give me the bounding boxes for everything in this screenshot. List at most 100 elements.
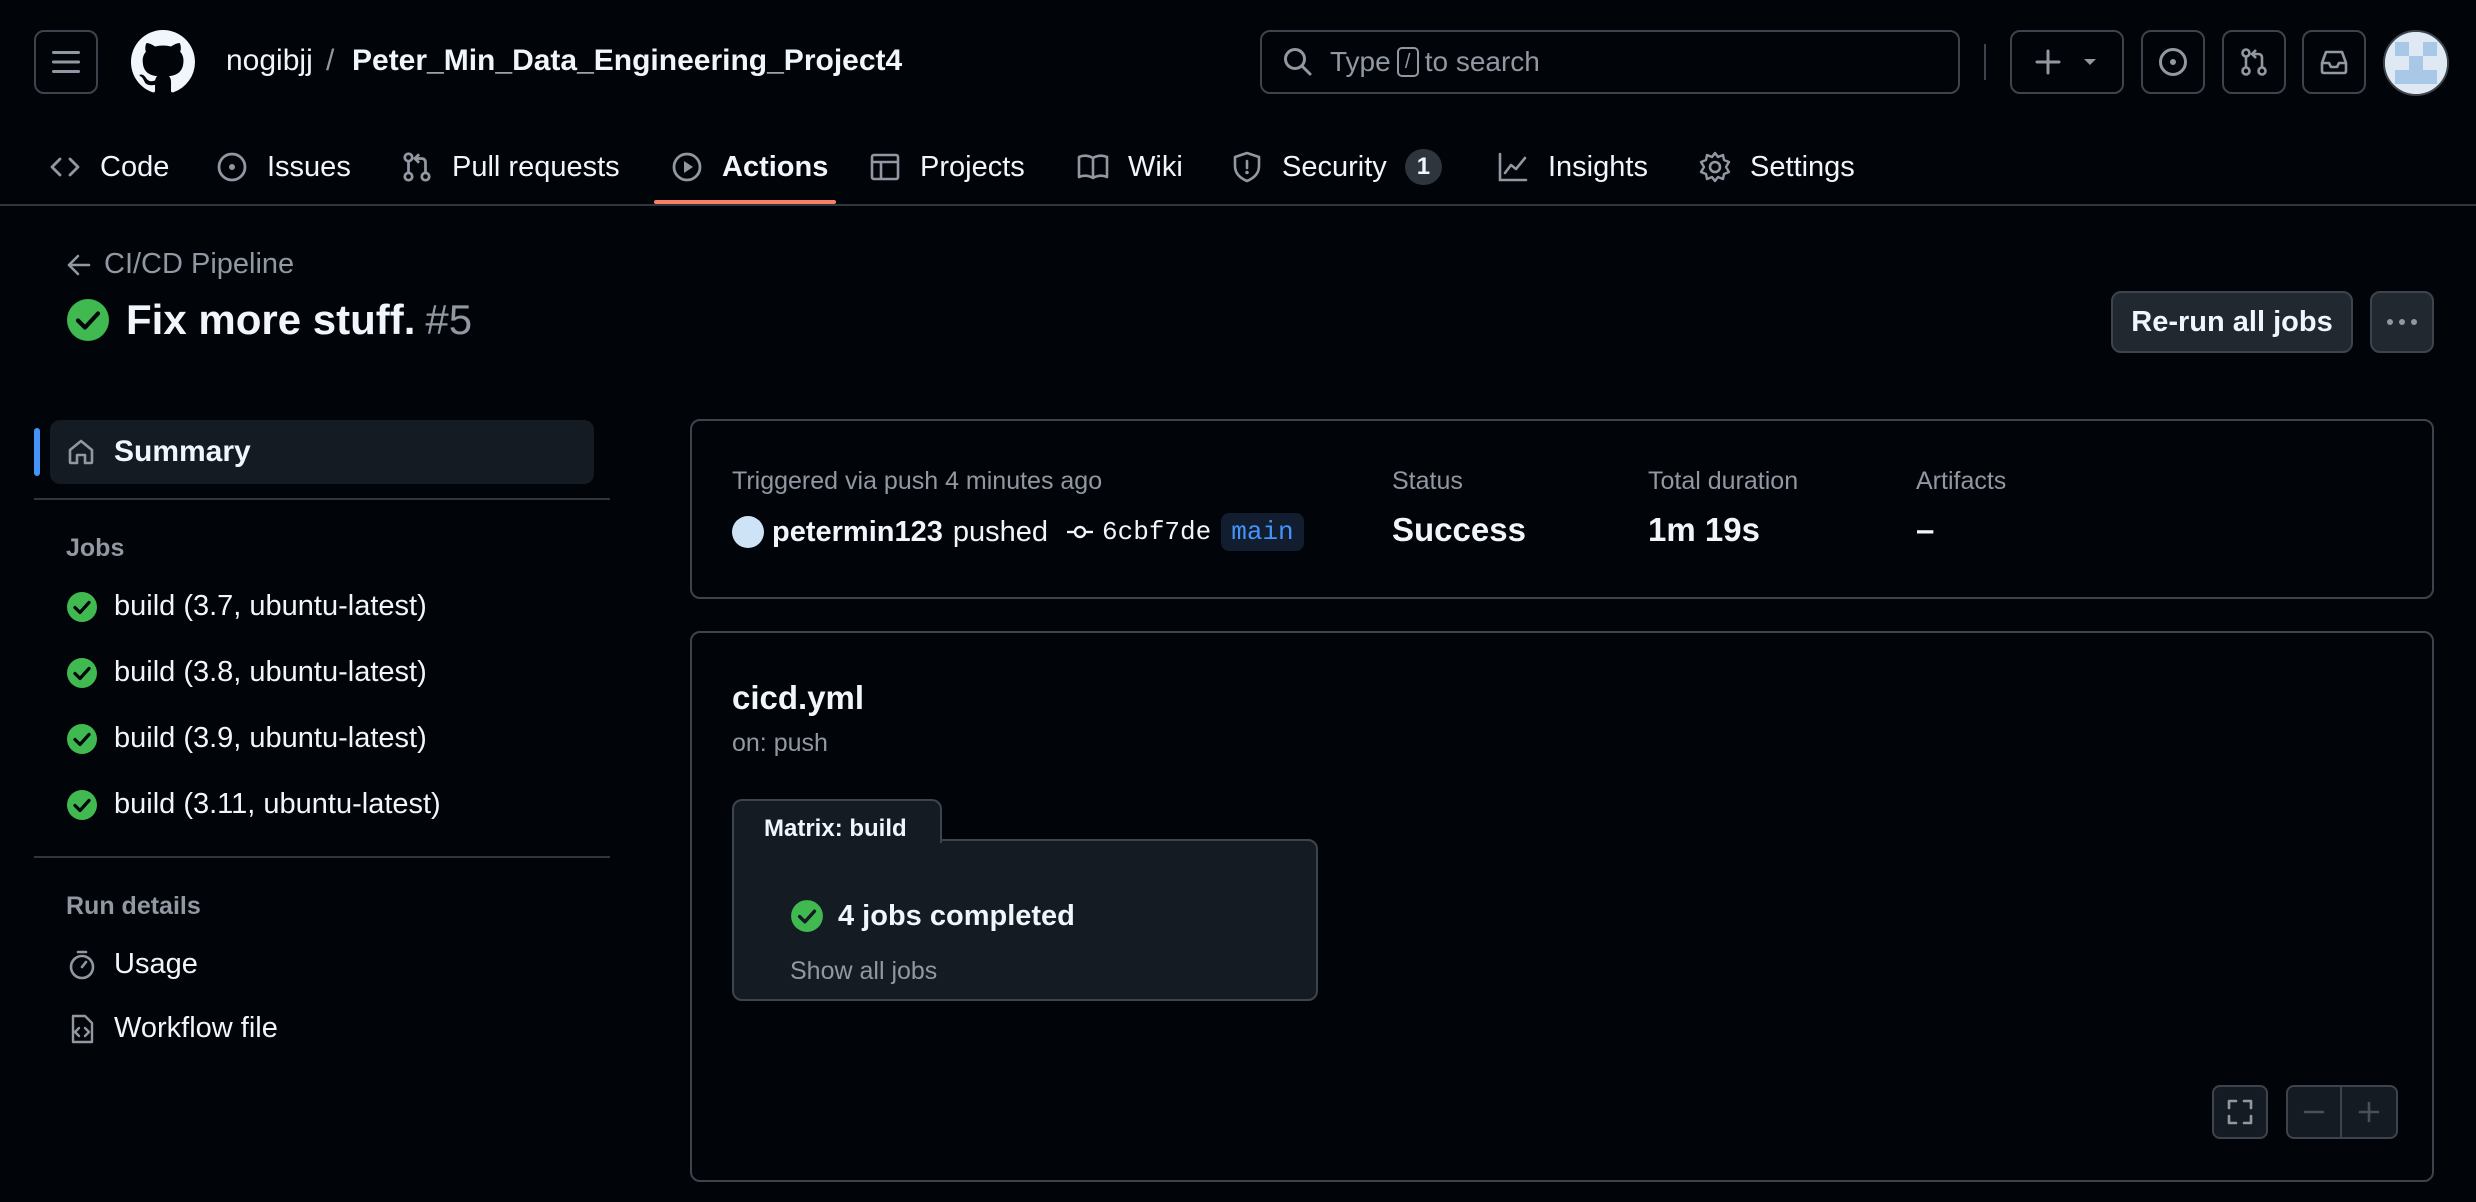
plus-icon (2358, 1101, 2380, 1123)
check-circle-icon (67, 299, 109, 341)
matrix-status-text: 4 jobs completed (838, 899, 1075, 932)
job-name: build (3.11, ubuntu-latest) (114, 788, 441, 820)
commit-sha-link[interactable]: 6cbf7de (1102, 517, 1211, 547)
sidebar-item-summary-label: Summary (114, 435, 251, 468)
path-separator: / (326, 44, 335, 77)
git-pull-request-icon (2241, 48, 2267, 76)
show-all-jobs-link[interactable]: Show all jobs (790, 957, 937, 986)
header-divider (1984, 44, 1986, 80)
notifications-inbox-button[interactable] (2302, 30, 2366, 94)
rerun-all-jobs-button[interactable]: Re-run all jobs (2111, 291, 2353, 353)
tab-pull-requests-label: Pull requests (452, 150, 620, 183)
search-prefix-text: Type (1330, 46, 1391, 77)
tab-projects-label: Projects (920, 150, 1025, 183)
repo-owner-link[interactable]: nogibjj (226, 44, 313, 78)
search-icon (1284, 48, 1312, 76)
dash-icon (2303, 1110, 2325, 1114)
check-circle-icon (67, 657, 97, 688)
shield-icon (1233, 151, 1261, 183)
job-name: build (3.7, ubuntu-latest) (114, 590, 427, 622)
tab-projects[interactable]: Projects (868, 128, 1025, 206)
workflow-file-name[interactable]: cicd.yml (732, 679, 864, 717)
kebab-horizontal-icon (2387, 319, 2417, 325)
run-number: #5 (425, 296, 473, 343)
tab-issues[interactable]: Issues (215, 128, 351, 206)
matrix-status: 4 jobs completed (790, 899, 1075, 933)
create-new-button[interactable] (2010, 30, 2124, 94)
job-name: build (3.8, ubuntu-latest) (114, 656, 427, 688)
workflow-name: CI/CD Pipeline (104, 248, 295, 280)
artifacts-value: – (1916, 511, 1935, 548)
user-avatar[interactable] (2383, 30, 2449, 96)
inbox-icon (2320, 50, 2348, 75)
play-icon (672, 152, 702, 182)
menu-button[interactable] (34, 30, 98, 94)
more-options-button[interactable] (2370, 291, 2434, 353)
check-circle-icon (791, 900, 823, 932)
repo-navigation: Code Issues Pull requests Actions Projec… (0, 128, 2476, 206)
duration-value: 1m 19s (1648, 511, 1760, 548)
check-circle-icon (67, 723, 97, 754)
table-icon (870, 153, 900, 181)
tab-settings-label: Settings (1750, 150, 1855, 183)
zoom-in-button[interactable] (2342, 1087, 2396, 1137)
zoom-out-button[interactable] (2288, 1087, 2342, 1137)
search-input[interactable]: Type / to search (1260, 30, 1960, 94)
workflow-back-link[interactable]: CI/CD Pipeline (66, 248, 294, 281)
matrix-job-group[interactable]: 4 jobs completed Show all jobs (732, 839, 1318, 1001)
tab-security-label: Security (1282, 150, 1387, 183)
status-label: Status (1392, 467, 1463, 495)
sidebar-item-usage[interactable]: Usage (66, 948, 198, 981)
sidebar-job-item[interactable]: build (3.11, ubuntu-latest) (66, 788, 441, 821)
tab-insights-label: Insights (1548, 150, 1648, 183)
hamburger-icon (52, 51, 80, 73)
sidebar-job-item[interactable]: build (3.9, ubuntu-latest) (66, 722, 427, 755)
repo-name-link[interactable]: Peter_Min_Data_Engineering_Project4 (352, 44, 902, 78)
active-tab-underline (654, 200, 836, 204)
book-icon (1077, 154, 1109, 180)
tab-actions[interactable]: Actions (670, 128, 828, 206)
tab-code[interactable]: Code (48, 128, 169, 206)
sidebar-item-summary[interactable]: Summary (50, 420, 594, 484)
tab-insights[interactable]: Insights (1496, 128, 1648, 206)
page-title: Fix more stuff. #5 (66, 296, 472, 344)
gear-icon (1699, 151, 1731, 183)
triangle-down-icon (2084, 59, 2096, 65)
trigger-details: petermin123 pushed 6cbf7de main (732, 513, 1304, 551)
branch-label[interactable]: main (1221, 513, 1304, 551)
zoom-controls (2286, 1085, 2398, 1139)
sidebar-job-item[interactable]: build (3.8, ubuntu-latest) (66, 656, 427, 689)
jobs-heading: Jobs (66, 534, 125, 562)
issue-opened-icon (217, 152, 247, 182)
workflow-graph-card: cicd.yml on: push Matrix: build 4 jobs c… (690, 631, 2434, 1182)
run-summary-card: Triggered via push 4 minutes ago petermi… (690, 419, 2434, 599)
workflow-trigger: on: push (732, 729, 828, 757)
run-title-text: Fix more stuff. (126, 296, 416, 343)
run-sidebar: Summary Jobs build (3.7, ubuntu-latest) … (0, 410, 620, 1110)
sidebar-divider (34, 856, 610, 858)
your-pull-requests-button[interactable] (2222, 30, 2286, 94)
trigger-label: Triggered via push 4 minutes ago (732, 467, 1103, 495)
sidebar-job-item[interactable]: build (3.7, ubuntu-latest) (66, 590, 427, 623)
pusher-avatar[interactable] (732, 516, 764, 548)
git-pull-request-icon (403, 152, 431, 182)
pushed-text: pushed (952, 515, 1049, 548)
active-indicator (34, 428, 40, 476)
graph-icon (1498, 152, 1528, 182)
identicon-icon (2385, 32, 2447, 94)
tab-security[interactable]: Security 1 (1230, 128, 1443, 206)
security-alert-count: 1 (1404, 149, 1443, 185)
pusher-link[interactable]: petermin123 (772, 516, 943, 549)
status-value: Success (1392, 511, 1526, 548)
tab-wiki[interactable]: Wiki (1076, 128, 1183, 206)
job-name: build (3.9, ubuntu-latest) (114, 722, 427, 754)
your-issues-button[interactable] (2141, 30, 2205, 94)
tab-pull-requests[interactable]: Pull requests (400, 128, 620, 206)
github-logo-icon[interactable] (131, 30, 195, 94)
global-header: nogibjj / Peter_Min_Data_Engineering_Pro… (0, 0, 2476, 206)
sidebar-item-workflow-file[interactable]: Workflow file (66, 1012, 278, 1045)
fullscreen-button[interactable] (2212, 1085, 2268, 1139)
tab-settings[interactable]: Settings (1698, 128, 1855, 206)
tab-code-label: Code (100, 150, 170, 183)
plus-icon (2035, 49, 2061, 75)
